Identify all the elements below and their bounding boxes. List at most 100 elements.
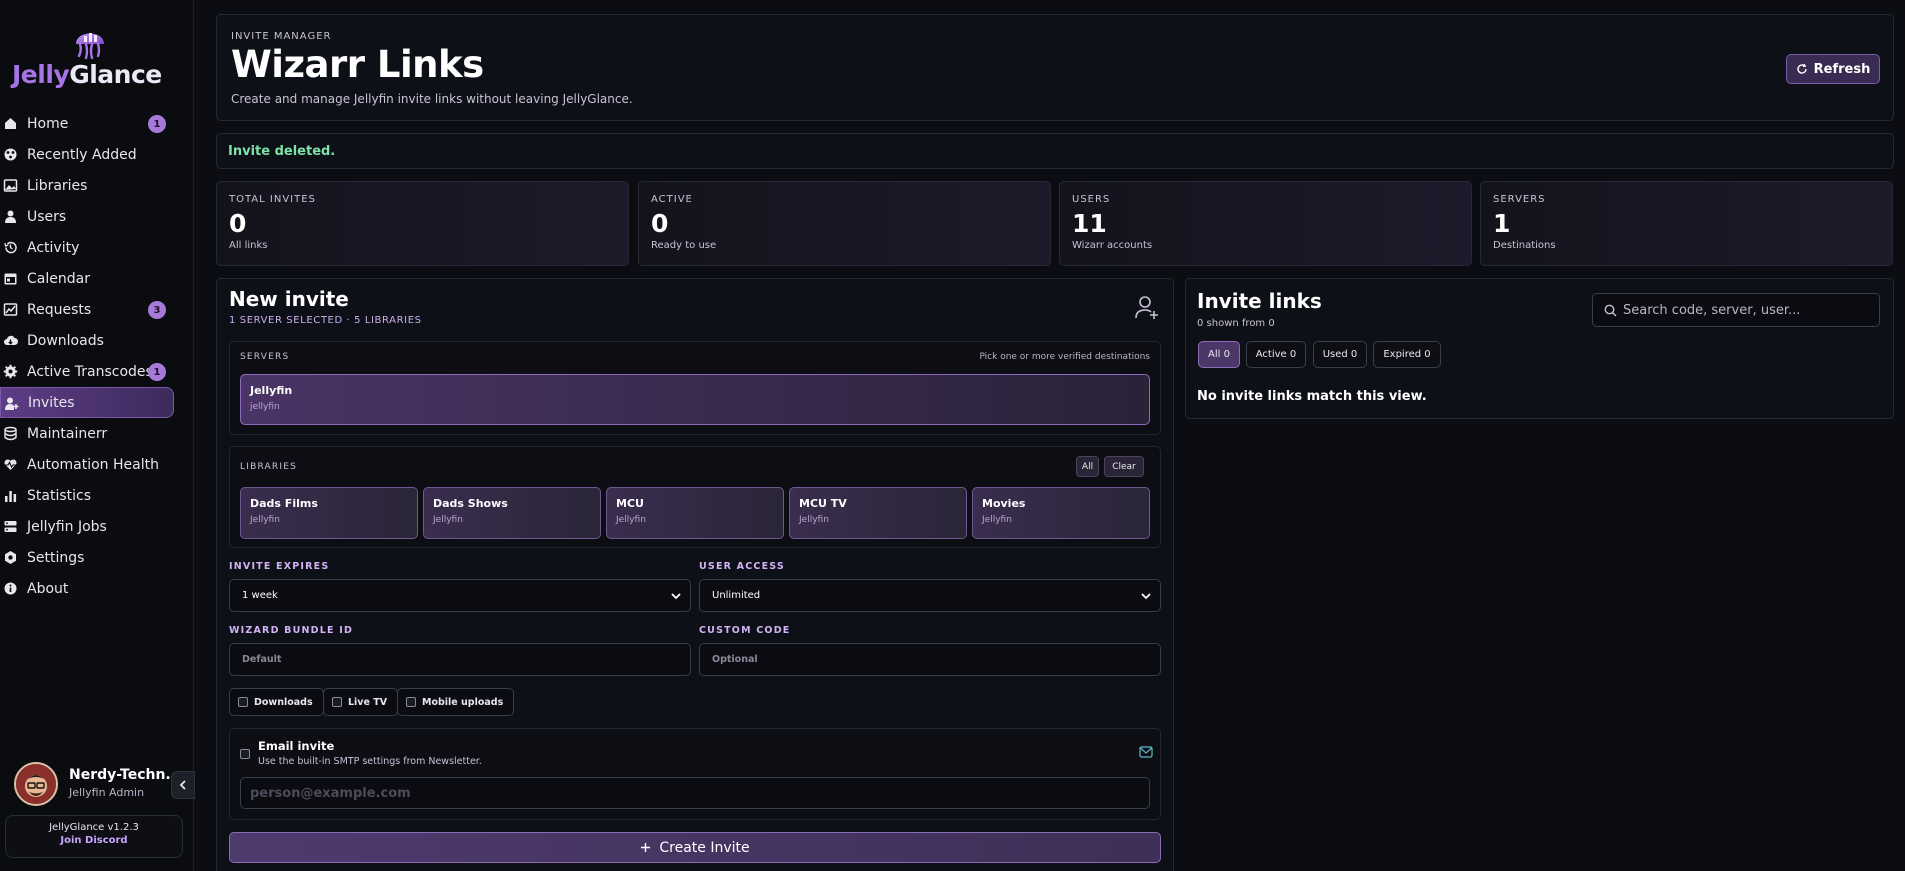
sidebar-item-settings[interactable]: Settings [0,542,174,573]
search-icon [1604,304,1617,317]
history-icon [4,241,17,254]
clear-button[interactable]: Clear [1104,456,1144,477]
refresh-label: Refresh [1813,61,1871,77]
library-server: Jellyfin [250,515,280,525]
heart-pulse-icon [4,459,17,470]
user-icon [5,210,16,223]
stat-label: USERS [1072,194,1111,205]
servers-label: SERVERS [240,352,290,362]
new-invite-subtitle: 1 SERVER SELECTED · 5 LIBRARIES [229,315,422,326]
chevron-left-icon [179,780,186,790]
collapse-sidebar-button[interactable] [171,771,195,799]
refresh-icon [1796,63,1807,74]
sidebar-item-statistics[interactable]: Statistics [0,480,174,511]
invite-expires-value: 1 week [242,590,278,601]
count-badge: 1 [148,115,166,133]
library-card[interactable]: Dads Films Jellyfin [240,487,418,539]
sidebar-item-label: Active Transcodes [27,363,153,380]
library-card[interactable]: Movies Jellyfin [972,487,1150,539]
server-card-jellyfin[interactable]: Jellyfin jellyfin [240,374,1150,425]
sidebar-item-users[interactable]: Users [0,201,174,232]
invite-links-title: Invite links [1197,289,1322,313]
page-title: Wizarr Links [231,43,484,86]
sidebar-item-label: Automation Health [27,456,159,473]
sidebar-item-label: Calendar [27,270,90,287]
join-discord-link[interactable]: Join Discord [6,835,182,846]
stat-label: ACTIVE [651,194,693,205]
create-invite-button[interactable]: Create Invite [229,832,1161,863]
mobile-uploads-checkbox[interactable]: Mobile uploads [397,688,515,716]
wizard-bundle-label: WIZARD BUNDLE ID [229,625,354,636]
search-placeholder: Search code, server, user... [1623,302,1801,318]
gear-icon [3,364,18,379]
sidebar-item-calendar[interactable]: Calendar [0,263,174,294]
jellyfish-logo-icon [76,33,104,60]
sidebar-item-maintainerr[interactable]: Maintainerr [0,418,174,449]
invite-links-panel: Invite links 0 shown from 0 Search code,… [1185,278,1894,419]
email-invite-checkbox[interactable] [240,749,250,759]
user-profile[interactable]: Nerdy-Techn... Jellyfin Admin [14,762,194,808]
refresh-button[interactable]: Refresh [1786,54,1880,84]
sidebar-item-requests[interactable]: Requests 3 [0,294,174,325]
page-subtitle: Create and manage Jellyfin invite links … [231,92,633,106]
library-card[interactable]: Dads Shows Jellyfin [423,487,601,539]
checkbox-label: Live TV [348,696,388,708]
user-access-value: Unlimited [712,590,761,601]
library-card[interactable]: MCU TV Jellyfin [789,487,967,539]
search-input[interactable]: Search code, server, user... [1592,293,1880,327]
sidebar-item-label: Activity [27,239,80,256]
app-name: JellyGlance [12,60,162,89]
invite-expires-select[interactable]: 1 week [229,579,691,612]
sidebar-item-recently-added[interactable]: Recently Added [0,139,174,170]
library-card[interactable]: MCU Jellyfin [606,487,784,539]
checkbox-label: Downloads [254,696,313,708]
stat-value: 11 [1072,209,1107,238]
status-notice: Invite deleted. [216,133,1894,169]
app-logo[interactable]: JellyGlance [12,22,162,90]
custom-code-input[interactable]: Optional [699,643,1161,676]
info-icon [4,582,17,595]
email-invite-title: Email invite [258,739,335,753]
sidebar-item-invites[interactable]: Invites [0,387,174,418]
sidebar-item-automation-health[interactable]: Automation Health [0,449,174,480]
stat-card-users: USERS 11 Wizarr accounts [1059,181,1472,266]
sidebar-item-home[interactable]: Home 1 [0,108,174,139]
email-invite-section: Email invite Use the built-in SMTP setti… [229,728,1161,820]
wizard-bundle-input[interactable]: Default [229,643,691,676]
filter-expired[interactable]: Expired 0 [1373,341,1441,368]
sidebar-item-activity[interactable]: Activity [0,232,174,263]
create-invite-label: Create Invite [659,839,750,856]
count-badge: 3 [148,301,166,319]
libraries-section: LIBRARIES All Clear Dads Films Jellyfin … [229,446,1161,548]
sidebar-item-about[interactable]: About [0,573,174,604]
downloads-checkbox[interactable]: Downloads [229,688,324,716]
stat-value: 0 [651,209,669,238]
email-invite-subtitle: Use the built-in SMTP settings from News… [258,756,482,767]
stat-card-active: ACTIVE 0 Ready to use [638,181,1051,266]
sidebar-item-libraries[interactable]: Libraries [0,170,174,201]
sidebar-item-label: Home [27,115,69,132]
chevron-down-icon [1141,593,1151,600]
custom-code-label: CUSTOM CODE [699,625,791,636]
library-server: Jellyfin [433,515,463,525]
invite-links-count: 0 shown from 0 [1197,318,1275,329]
plus-icon [641,843,651,852]
live-tv-checkbox[interactable]: Live TV [323,688,399,716]
stat-card-servers: SERVERS 1 Destinations [1480,181,1893,266]
notice-text: Invite deleted. [228,144,336,159]
filter-active[interactable]: Active 0 [1246,341,1306,368]
version-box: JellyGlance v1.2.3 Join Discord [5,815,183,858]
filter-used[interactable]: Used 0 [1313,341,1367,368]
sidebar-item-label: Settings [27,549,85,566]
user-access-select[interactable]: Unlimited [699,579,1161,612]
sidebar-item-downloads[interactable]: Downloads [0,325,174,356]
sidebar-item-jellyfin-jobs[interactable]: Jellyfin Jobs [0,511,174,542]
email-input[interactable]: person@example.com [240,777,1150,809]
sidebar-item-active-transcodes[interactable]: Active Transcodes 1 [0,356,174,387]
library-server: Jellyfin [799,515,829,525]
library-name: Dads Shows [433,497,508,510]
database-icon [4,426,17,441]
select-all-button[interactable]: All [1076,456,1099,477]
filter-all[interactable]: All 0 [1198,341,1240,368]
stat-sub: Wizarr accounts [1072,240,1153,251]
